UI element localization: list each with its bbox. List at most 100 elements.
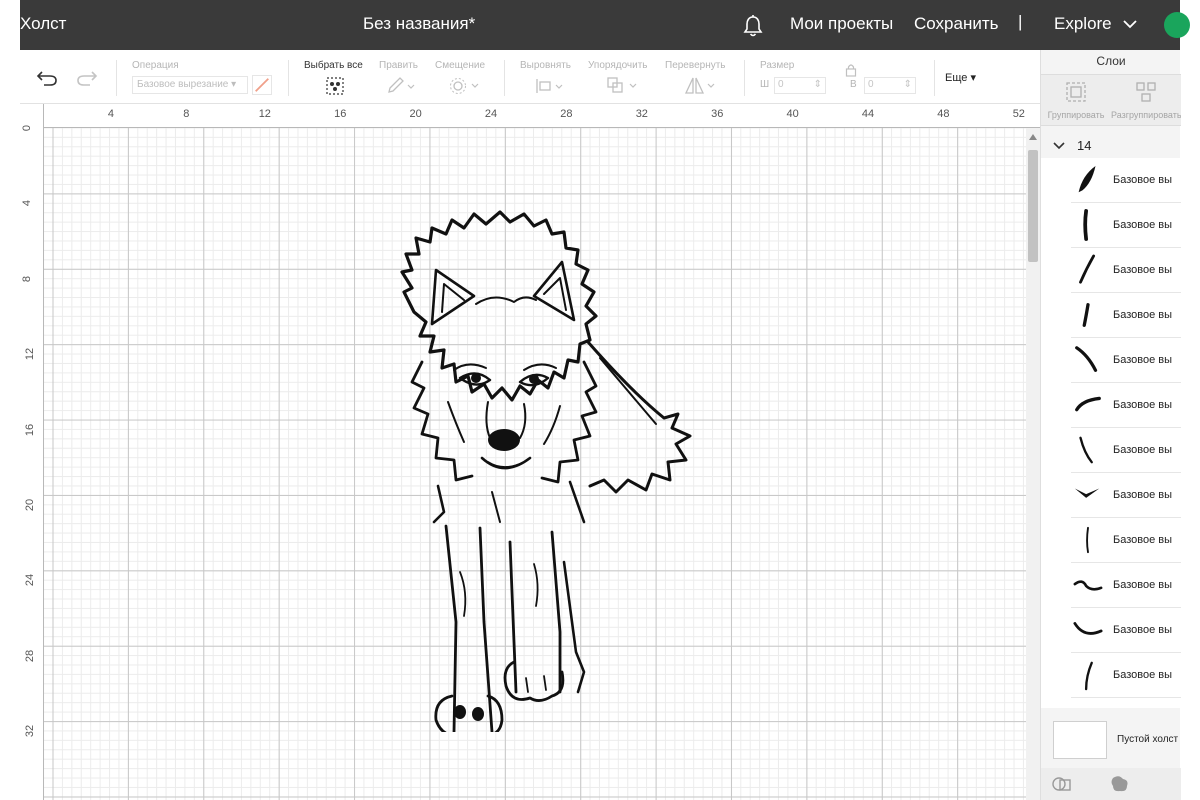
layer-row[interactable]: Базовое вы [1071,203,1181,248]
ruler-tick-label: 8 [183,108,190,120]
ungroup-label: Разгруппировать [1111,110,1181,120]
offset-label: Смещение [435,60,486,71]
layer-group-header[interactable]: 14 [1041,132,1181,158]
layer-label: Базовое вы [1113,624,1173,636]
layer-group-name: 14 [1077,138,1092,153]
operation-select[interactable]: Базовое вырезание ▾ [132,76,248,94]
more-label: Еще [945,72,968,84]
ruler-tick-label: 4 [107,108,115,120]
toolbar-divider [504,60,505,96]
ruler-tick-label: 48 [937,108,950,120]
top-bar: Холст Без названия* Мои проекты Сохранит… [20,0,1190,50]
ruler-tick-label: 40 [786,108,799,120]
layer-thumbnail [1073,580,1103,591]
wolf-design[interactable] [364,192,724,732]
my-projects-link[interactable]: Мои проекты [790,14,893,34]
align-label: Выровнять [520,60,572,71]
scrollbar-thumb[interactable] [1028,150,1038,262]
flip-icon[interactable] [684,75,716,97]
layer-thumbnail [1078,165,1096,193]
layer-label: Базовое вы [1113,174,1173,186]
layers-title: Слои [1096,54,1126,68]
layer-row[interactable]: Базовое вы [1071,338,1181,383]
slice-icon[interactable] [1051,774,1073,794]
height-letter: В [850,79,857,90]
align-icon[interactable] [534,77,564,95]
layer-row[interactable]: Базовое вы [1071,653,1181,698]
layer-label: Базовое вы [1113,264,1173,276]
layer-row[interactable]: Базовое вы [1071,428,1181,473]
layer-row[interactable]: Базовое вы [1071,158,1181,203]
layer-label: Базовое вы [1113,354,1173,366]
blank-canvas-swatch[interactable] [1053,721,1107,759]
ruler-tick-label: 8 [21,275,34,282]
offset-icon[interactable] [448,76,480,96]
layer-thumbnail [1075,396,1101,412]
operation-label: Операция [132,60,179,71]
width-input[interactable]: 0 ⇕ [774,77,826,94]
pencil-icon[interactable] [386,77,416,95]
document-title: Без названия* [363,14,476,33]
layer-thumbnail [1083,209,1088,241]
canvas-title[interactable]: Холст [20,14,66,34]
pen-color-swatch[interactable] [252,75,272,95]
width-value: 0 [778,79,784,90]
layer-row[interactable]: Базовое вы [1071,608,1181,653]
scroll-up-icon[interactable] [1029,134,1037,140]
group-icon [1066,82,1086,102]
layer-label: Базовое вы [1113,444,1173,456]
more-button[interactable]: Еще ▾ [945,71,976,84]
make-button[interactable] [1164,12,1190,38]
ruler-tick-label: 24 [484,108,498,120]
height-input[interactable]: 0 ⇕ [864,77,916,94]
layers-panel: Слои Группировать Разгруппировать 14 Баз… [1040,50,1181,800]
blank-canvas-label: Пустой холст [1117,734,1179,745]
vertical-scrollbar[interactable] [1026,128,1040,800]
ruler-tick-label: 52 [1012,108,1025,120]
layer-thumbnail [1075,346,1098,372]
layer-row[interactable]: Базовое вы [1071,293,1181,338]
bell-icon[interactable] [742,14,764,38]
ruler-tick-label: 28 [24,649,37,662]
layer-label: Базовое вы [1113,579,1173,591]
group-label: Группировать [1047,110,1105,120]
toolbar-divider [934,60,935,96]
save-button[interactable]: Сохранить [914,14,998,34]
layer-thumbnail [1073,622,1103,635]
layer-row[interactable]: Базовое вы [1071,383,1181,428]
redo-icon[interactable] [76,70,98,86]
group-button[interactable]: Группировать [1041,81,1111,120]
layer-row[interactable]: Базовое вы [1071,563,1181,608]
chevron-down-icon[interactable] [1053,142,1065,150]
lock-icon[interactable] [845,63,857,77]
ungroup-button[interactable]: Разгруппировать [1111,81,1181,120]
arrange-icon[interactable] [606,76,638,96]
canvas-grid[interactable] [44,128,1028,800]
layer-thumbnail [1079,436,1093,464]
layer-label: Базовое вы [1113,399,1173,411]
ruler-tick-label: 32 [24,725,37,738]
explore-menu[interactable]: Explore [1054,14,1112,34]
layer-label: Базовое вы [1113,309,1173,321]
select-all-icon[interactable] [325,76,345,96]
layer-row[interactable]: Базовое вы [1071,518,1181,563]
ruler-tick-label: 20 [24,498,37,512]
chevron-down-icon[interactable] [1122,18,1138,30]
edit-label: Править [379,60,418,71]
horizontal-ruler: 4 8 12 16 20 24 28 32 36 40 44 48 52 [20,104,1040,128]
layer-row[interactable]: Базовое вы [1071,248,1181,293]
undo-icon[interactable] [36,70,58,86]
flip-label: Перевернуть [665,60,726,71]
width-letter: Ш [760,79,770,90]
layer-row[interactable]: Базовое вы [1071,473,1181,518]
weld-icon[interactable] [1109,774,1131,794]
topbar-separator: | [1018,12,1023,31]
height-value: 0 [868,79,874,90]
edit-toolbar: Операция Базовое вырезание ▾ Выбрать все… [20,50,1040,104]
design-canvas[interactable]: 4 8 12 16 20 24 28 32 36 40 44 48 52 0 4 8 12 16 20 24 28 32 [20,104,1040,800]
ruler-tick-label: 12 [258,108,271,120]
layer-thumbnail [1074,488,1100,498]
layer-thumbnail [1084,661,1093,691]
toolbar-divider [116,60,117,96]
ruler-tick-label: 32 [635,108,648,120]
